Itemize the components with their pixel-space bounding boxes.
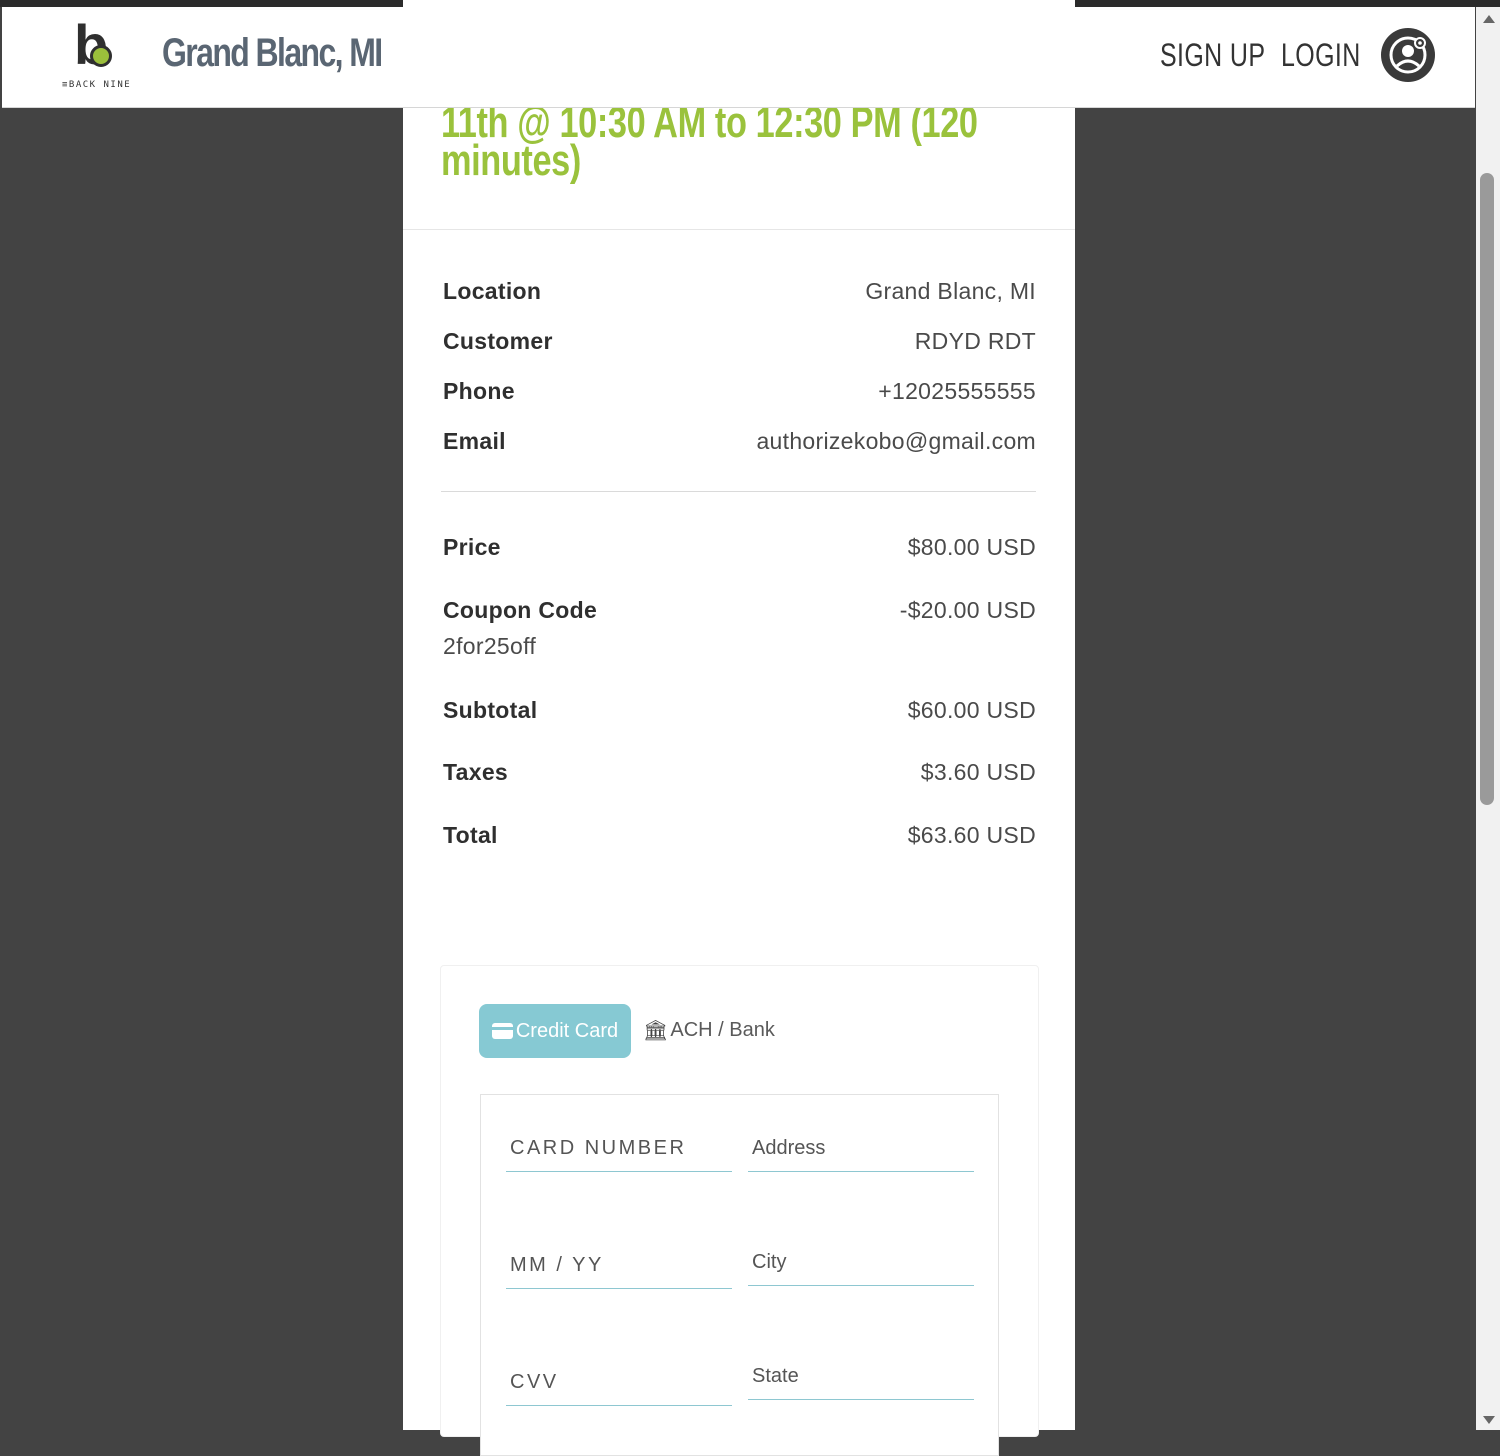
back-nine-logo[interactable]: b ≡BACK NINE — [60, 15, 132, 97]
coupon-code-text: 2for25off — [443, 633, 537, 659]
card-number-field[interactable]: CARD NUMBER — [506, 1131, 732, 1172]
tab-ach-bank-label: ACH / Bank — [670, 1019, 775, 1041]
cvv-field[interactable]: CVV — [506, 1365, 732, 1406]
card-form: CARD NUMBER Address MM / YY City CVV Sta… — [480, 1094, 999, 1456]
cvv-placeholder: CVV — [510, 1371, 559, 1393]
expiry-placeholder: MM / YY — [510, 1254, 604, 1276]
card-number-placeholder: CARD NUMBER — [510, 1137, 687, 1159]
expiry-field[interactable]: MM / YY — [506, 1248, 732, 1289]
tab-ach-bank[interactable]: 🏛 ACH / Bank — [643, 1018, 775, 1043]
city-placeholder: City — [752, 1251, 787, 1273]
price-row: Price $80.00 USD — [443, 534, 1036, 564]
taxes-value: $3.60 USD — [920, 759, 1036, 785]
detail-label: Email — [443, 428, 506, 454]
detail-value: RDYD RDT — [914, 328, 1036, 354]
coupon-row: Coupon Code -$20.00 USD — [443, 597, 1036, 627]
signup-link[interactable]: SIGN UP — [1160, 37, 1265, 74]
total-value: $63.60 USD — [907, 822, 1036, 848]
credit-card-icon — [491, 1023, 513, 1039]
detail-label: Location — [443, 278, 542, 304]
detail-label: Phone — [443, 378, 515, 404]
price-label: Price — [443, 534, 501, 560]
state-placeholder: State — [752, 1365, 799, 1387]
taxes-label: Taxes — [443, 759, 509, 785]
detail-value: +12025555555 — [878, 378, 1036, 404]
detail-row-customer: Customer RDYD RDT — [443, 328, 1036, 358]
price-value: $80.00 USD — [907, 534, 1036, 560]
total-row: Total $63.60 USD — [443, 822, 1036, 852]
detail-row-phone: Phone +12025555555 — [443, 378, 1036, 408]
tab-credit-card[interactable]: Credit Card — [479, 1004, 631, 1058]
logo-caption: ≡BACK NINE — [62, 80, 132, 90]
coupon-label: Coupon Code — [443, 597, 598, 623]
state-field[interactable]: State — [748, 1359, 974, 1400]
top-navbar: b ≡BACK NINE Grand Blanc, MI SIGN UP LOG… — [2, 7, 1475, 108]
subtotal-label: Subtotal — [443, 697, 538, 723]
scroll-thumb[interactable] — [1480, 173, 1494, 805]
login-link[interactable]: LOGIN — [1281, 37, 1361, 74]
coupon-value: -$20.00 USD — [899, 597, 1036, 623]
detail-value: Grand Blanc, MI — [865, 278, 1036, 304]
address-placeholder: Address — [752, 1137, 826, 1159]
booking-card: 11th @ 10:30 AM to 12:30 PM (120 minutes… — [403, 0, 1075, 1456]
address-field[interactable]: Address — [748, 1131, 974, 1172]
detail-label: Customer — [443, 328, 553, 354]
subtotal-value: $60.00 USD — [907, 697, 1036, 723]
total-label: Total — [443, 822, 498, 848]
details-divider — [441, 491, 1036, 492]
city-field[interactable]: City — [748, 1245, 974, 1286]
section-divider — [403, 229, 1075, 230]
payment-panel: Credit Card 🏛 ACH / Bank CARD NUMBER Add… — [440, 965, 1039, 1456]
booking-time-heading: 11th @ 10:30 AM to 12:30 PM (120 minutes… — [441, 101, 978, 183]
detail-row-location: Location Grand Blanc, MI — [443, 278, 1036, 308]
page-title: Grand Blanc, MI — [162, 31, 383, 75]
taxes-row: Taxes $3.60 USD — [443, 759, 1036, 789]
scroll-up-arrow-icon[interactable] — [1483, 15, 1495, 23]
booking-time-line2: minutes) — [441, 136, 581, 185]
vertical-scrollbar[interactable] — [1476, 7, 1500, 1430]
detail-row-email: Email authorizekobo@gmail.com — [443, 428, 1036, 458]
scroll-down-arrow-icon[interactable] — [1483, 1416, 1495, 1424]
logo-dot-icon — [90, 45, 112, 67]
subtotal-row: Subtotal $60.00 USD — [443, 697, 1036, 727]
bank-icon: 🏛 — [643, 1020, 669, 1042]
tab-credit-card-label: Credit Card — [515, 1019, 619, 1042]
user-avatar-icon[interactable] — [1381, 28, 1435, 82]
detail-value: authorizekobo@gmail.com — [756, 428, 1036, 454]
